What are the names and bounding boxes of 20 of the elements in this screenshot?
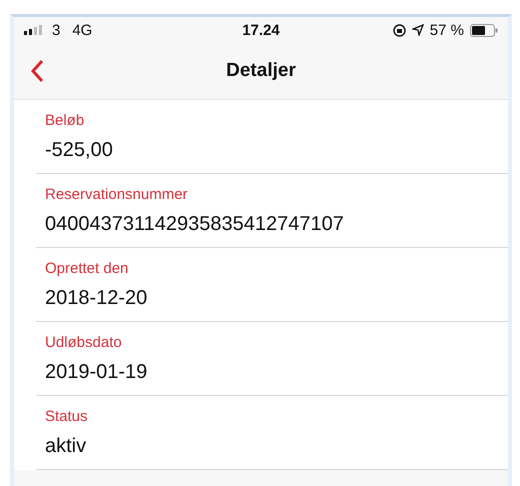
field-label: Status [45, 408, 89, 425]
signal-icon [24, 25, 44, 35]
clock-time: 17.24 [242, 22, 280, 38]
field-label: Udløbsdato [45, 334, 123, 351]
chevron-left-icon [30, 59, 44, 83]
carrier-name: 3 [52, 22, 60, 38]
location-arrow-icon [412, 24, 424, 36]
field-label: Reservationsnummer [45, 186, 189, 203]
field-value: 2019-01-19 [45, 361, 148, 384]
field-value: 040043731142935835412747107 [45, 213, 345, 236]
field-label: Oprettet den [45, 260, 130, 277]
rotation-lock-icon [392, 24, 406, 36]
field-value: -525,00 [45, 139, 114, 162]
network-type: 4G [72, 22, 92, 38]
battery-percent: 57 % [430, 22, 464, 38]
battery-icon [470, 24, 498, 36]
field-label: Beløb [45, 112, 86, 129]
field-value: aktiv [45, 435, 88, 458]
field-value: 2018-12-20 [45, 287, 148, 310]
screen-title: Detaljer [226, 60, 296, 82]
